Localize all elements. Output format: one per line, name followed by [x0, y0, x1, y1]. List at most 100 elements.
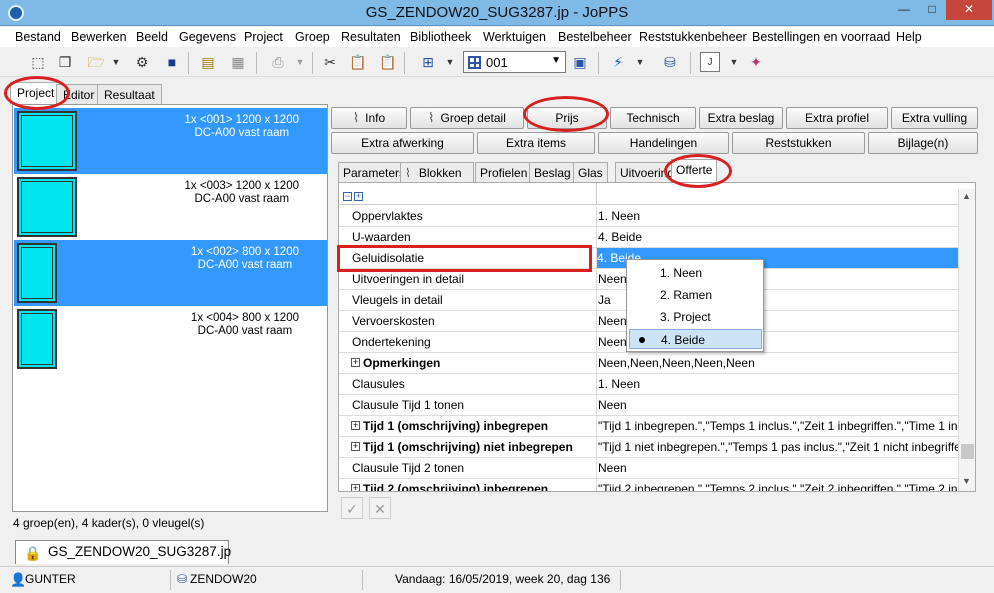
maximize-button[interactable]: □: [918, 0, 946, 20]
expand-icon[interactable]: +: [351, 484, 360, 491]
layout-icon[interactable]: ▣: [570, 52, 590, 72]
option-project[interactable]: 3. Project: [629, 307, 762, 327]
property-row-tijd-1-niet-inbegrepen[interactable]: + Tijd 1 (omschrijving) niet inbegrepen "T…: [339, 437, 959, 458]
database-help-icon[interactable]: ⛁: [660, 52, 680, 72]
property-row-u-waarden[interactable]: U-waarden 4. Beide: [339, 227, 959, 248]
open-folder-icon[interactable]: 🗁: [86, 52, 106, 72]
toolbar-separator: [312, 52, 313, 74]
paperclip-icon: ⌇: [405, 166, 411, 180]
extra-vulling-button[interactable]: Extra vulling: [891, 107, 978, 129]
cut-icon[interactable]: ✂: [320, 52, 340, 72]
property-row-tijd-2-inbegrepen[interactable]: + Tijd 2 (omschrijving) inbegrepen "Tijd 2…: [339, 479, 959, 491]
group-type-label: DC-A00 vast raam: [197, 325, 293, 337]
tab-blokken[interactable]: ⌇ Blokken: [400, 162, 474, 182]
print-preview-icon[interactable]: ▤: [198, 52, 218, 72]
property-row-clausules[interactable]: Clausules 1. Neen: [339, 374, 959, 395]
extra-profiel-button[interactable]: Extra profiel: [786, 107, 888, 129]
prijs-button[interactable]: Prijs: [527, 107, 607, 129]
list-item-group-001[interactable]: 1x <001> 1200 x 1200 DC-A00 vast raam: [14, 108, 327, 174]
new-icon[interactable]: ⬚: [28, 52, 48, 72]
window-thumbnail-split: [17, 111, 77, 171]
menu-bar: Bestand Bewerken Beeld Gegevens Project …: [0, 27, 994, 47]
grid-dropdown-arrow[interactable]: ▼: [440, 52, 460, 72]
menu-bestand[interactable]: Bestand: [15, 30, 61, 44]
lightning-dropdown-arrow[interactable]: ▼: [630, 52, 650, 72]
tab-resultaat[interactable]: Resultaat: [97, 84, 162, 104]
option-neen[interactable]: 1. Neen: [629, 263, 762, 283]
chevron-down-icon: ▼: [551, 55, 561, 66]
document-tab[interactable]: 🔒 GS_ZENDOW20_SUG3287.jp: [15, 540, 232, 564]
calendar-icon[interactable]: J: [700, 52, 720, 72]
handelingen-button[interactable]: Handelingen: [598, 132, 729, 154]
option-ramen[interactable]: 2. Ramen: [629, 285, 762, 305]
calendar-dropdown-arrow[interactable]: ▼: [724, 52, 744, 72]
scroll-thumb[interactable]: [961, 444, 974, 459]
list-item-group-003[interactable]: 1x <003> 1200 x 1200 DC-A00 vast raam: [14, 174, 327, 240]
paste-special-icon[interactable]: 📋: [378, 52, 398, 72]
group-type-label: DC-A00 vast raam: [197, 259, 293, 271]
group-size-label: 1x <004> 800 x 1200: [190, 312, 299, 324]
scroll-up-icon[interactable]: ▲: [962, 191, 971, 201]
paste-icon[interactable]: 📋: [348, 52, 368, 72]
table-icon[interactable]: ▦: [228, 52, 248, 72]
copy-icon[interactable]: ❐: [55, 52, 75, 72]
menu-werktuigen[interactable]: Werktuigen: [483, 30, 546, 44]
info-button[interactable]: ⌇ Info: [331, 107, 407, 129]
expand-icon[interactable]: +: [351, 358, 360, 367]
open-dropdown-arrow[interactable]: ▼: [106, 52, 126, 72]
extra-beslag-button[interactable]: Extra beslag: [699, 107, 783, 129]
group-select-combo[interactable]: 001 ▼: [463, 51, 566, 73]
properties-icon[interactable]: ⚙: [132, 52, 152, 72]
collapse-all-icon[interactable]: −: [343, 192, 352, 201]
minimize-button[interactable]: —: [890, 0, 918, 20]
extra-afwerking-button[interactable]: Extra afwerking: [331, 132, 474, 154]
list-item-group-002[interactable]: 1x <002> 800 x 1200 DC-A00 vast raam: [14, 240, 327, 306]
tab-beslag[interactable]: Beslag: [529, 162, 576, 182]
technisch-button[interactable]: Technisch: [610, 107, 696, 129]
menu-bestellingen[interactable]: Bestellingen en voorraad: [752, 30, 890, 44]
menu-project[interactable]: Project: [244, 30, 283, 44]
menu-gegevens[interactable]: Gegevens: [179, 30, 236, 44]
menu-reststukkenbeheer[interactable]: Reststukkenbeheer: [639, 30, 747, 44]
print-dropdown-arrow[interactable]: ▼: [290, 52, 310, 72]
save-icon[interactable]: ■: [162, 52, 182, 72]
printer-icon[interactable]: ⎙: [268, 52, 288, 72]
menu-bibliotheek[interactable]: Bibliotheek: [410, 30, 471, 44]
grid-select-icon[interactable]: ⊞: [418, 52, 438, 72]
menu-groep[interactable]: Groep: [295, 30, 330, 44]
property-row-opmerkingen[interactable]: + Opmerkingen Neen,Neen,Neen,Neen,Neen: [339, 353, 959, 374]
tab-project[interactable]: Project: [10, 82, 62, 104]
extra-items-button[interactable]: Extra items: [477, 132, 595, 154]
confirm-button[interactable]: ✓: [341, 497, 363, 519]
magic-wand-icon[interactable]: ✦: [746, 52, 766, 72]
tab-profielen[interactable]: Profielen: [475, 162, 533, 182]
cancel-button[interactable]: ✕: [369, 497, 391, 519]
tab-glas[interactable]: Glas: [573, 162, 608, 182]
document-tab-label: GS_ZENDOW20_SUG3287.jp: [48, 544, 232, 559]
scroll-down-icon[interactable]: ▼: [962, 476, 971, 486]
option-beide[interactable]: 4. Beide: [629, 329, 762, 349]
toolbar-separator: [598, 52, 599, 74]
reststukken-button[interactable]: Reststukken: [732, 132, 865, 154]
expand-icon[interactable]: +: [351, 421, 360, 430]
menu-bewerken[interactable]: Bewerken: [71, 30, 127, 44]
bijlagen-button[interactable]: Bijlage(n): [868, 132, 978, 154]
close-button[interactable]: ✕: [946, 0, 992, 20]
tab-offerte[interactable]: Offerte: [671, 159, 718, 182]
expand-icon[interactable]: +: [351, 442, 360, 451]
menu-bestelbeheer[interactable]: Bestelbeheer: [558, 30, 632, 44]
lightning-icon[interactable]: ⚡: [608, 52, 628, 72]
menu-beeld[interactable]: Beeld: [136, 30, 168, 44]
groep-detail-button[interactable]: ⌇ Groep detail: [410, 107, 524, 129]
tab-uitvoering[interactable]: Uitvoering: [615, 162, 680, 182]
property-row-clausule-tijd-2[interactable]: Clausule Tijd 2 tonen Neen: [339, 458, 959, 479]
tab-editor[interactable]: Editor: [56, 84, 102, 104]
menu-help[interactable]: Help: [896, 30, 922, 44]
list-item-group-004[interactable]: 1x <004> 800 x 1200 DC-A00 vast raam: [14, 306, 327, 372]
grid-scrollbar[interactable]: ▲ ▼: [958, 189, 975, 491]
property-row-clausule-tijd-1[interactable]: Clausule Tijd 1 tonen Neen: [339, 395, 959, 416]
menu-resultaten[interactable]: Resultaten: [341, 30, 401, 44]
expand-all-icon[interactable]: +: [354, 192, 363, 201]
property-row-tijd-1-inbegrepen[interactable]: + Tijd 1 (omschrijving) inbegrepen "Tijd 1…: [339, 416, 959, 437]
property-row-oppervlaktes[interactable]: Oppervlaktes 1. Neen: [339, 206, 959, 227]
